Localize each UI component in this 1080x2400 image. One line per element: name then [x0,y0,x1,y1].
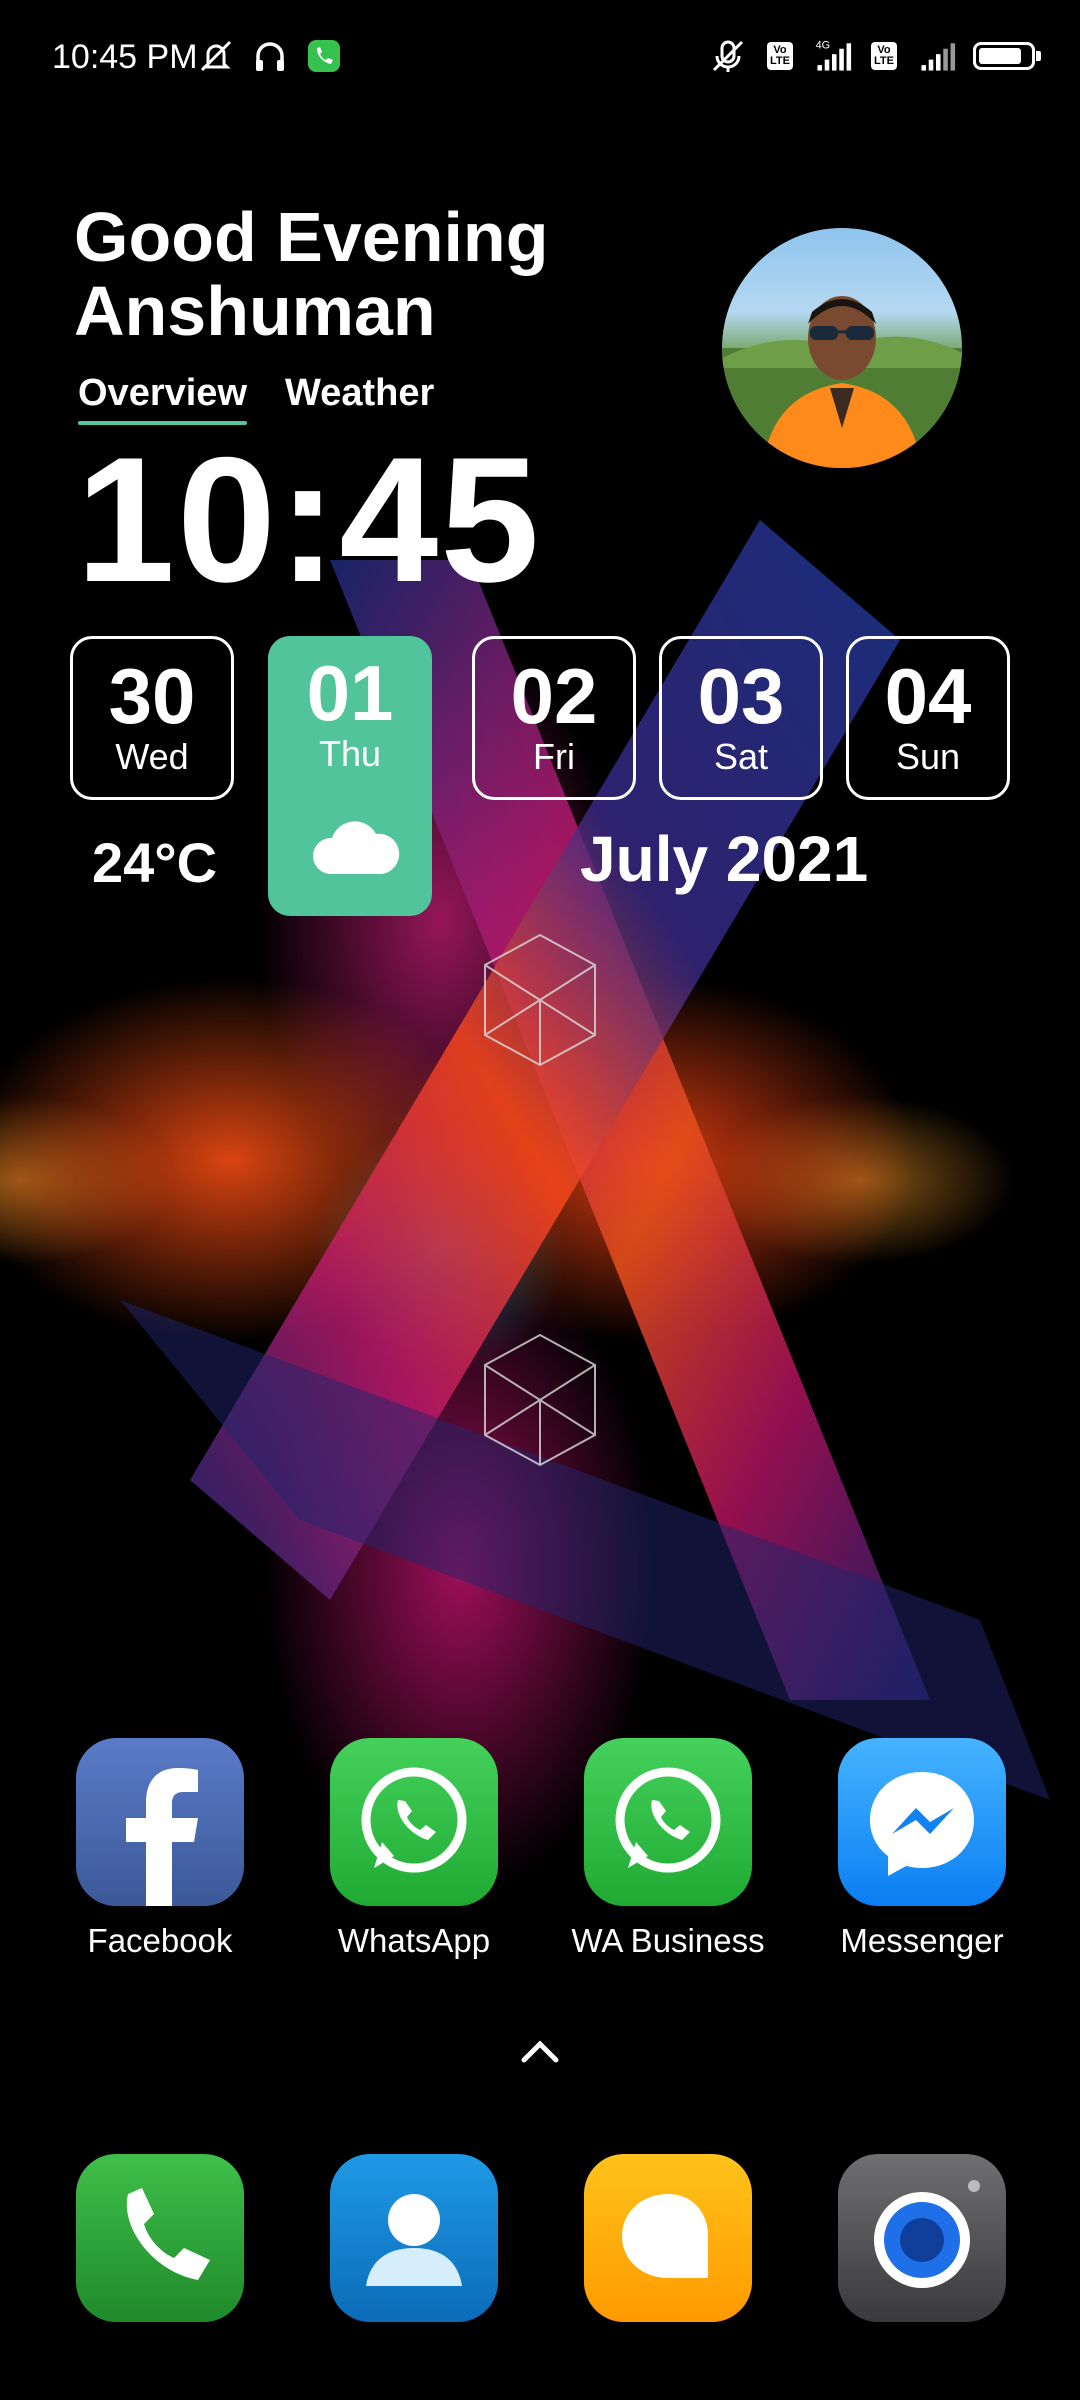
camera-icon [838,2154,1006,2322]
headset-icon [250,36,290,76]
mic-off-icon [708,36,748,76]
day-tile-wed[interactable]: 30 Wed [70,636,234,800]
month-year[interactable]: July 2021 [580,822,868,896]
widget-tabs: Overview Weather [78,372,434,425]
app-label: WhatsApp [337,1922,491,1959]
day-name: Thu [318,733,382,774]
avatar[interactable] [722,228,962,468]
tab-weather[interactable]: Weather [285,372,434,415]
dock-phone[interactable] [50,2154,270,2322]
day-name: Sun [895,736,961,777]
day-name: Fri [533,736,575,777]
svg-text:4G: 4G [816,40,831,52]
day-number: 30 [108,652,196,740]
phone-icon [76,2154,244,2322]
day-number: 04 [884,652,972,740]
app-label: Messenger [840,1922,1004,1959]
volte-icon-1: Vo LTE [760,36,800,76]
app-label: Facebook [87,1922,233,1959]
facebook-icon [76,1738,244,1906]
day-number: 01 [306,649,394,737]
app-wa-business[interactable]: WA Business [558,1738,778,1960]
dock-contacts[interactable] [304,2154,524,2322]
app-messenger[interactable]: Messenger [812,1738,1032,1960]
messages-icon [584,2154,752,2322]
greeting-line1: Good Evening [74,198,549,276]
volte-icon-2: Vo LTE [864,36,904,76]
greeting: Good Evening Anshuman [74,200,548,348]
battery-icon [968,36,1041,76]
day-tile-sun[interactable]: 04 Sun [846,636,1010,800]
day-tile-fri[interactable]: 02 Fri [472,636,636,800]
dock-messages[interactable] [558,2154,778,2322]
cloud-icon [312,821,400,874]
messenger-icon [838,1738,1006,1906]
status-bar: 10:45 PM Vo LTE 4G Vo LTE [0,0,1080,120]
call-active-icon [304,36,344,76]
tab-overview[interactable]: Overview [78,372,247,425]
app-label: WA Business [571,1922,765,1959]
chevron-up-icon[interactable] [518,2036,562,2066]
status-time: 10:45 PM [52,38,198,76]
whatsapp-icon [330,1738,498,1906]
contacts-icon [330,2154,498,2322]
day-number: 03 [697,652,785,740]
day-tile-thu-today[interactable]: 01 Thu [268,636,432,916]
greeting-line2: Anshuman [74,272,436,350]
signal-icon [916,36,956,76]
app-facebook[interactable]: Facebook [50,1738,270,1960]
whatsapp-icon [584,1738,752,1906]
clock-display[interactable]: 10:45 [76,430,541,610]
dock-camera[interactable] [812,2154,1032,2322]
day-name: Sat [713,736,769,777]
day-tile-sat[interactable]: 03 Sat [659,636,823,800]
app-whatsapp[interactable]: WhatsApp [304,1738,524,1960]
day-number: 02 [510,652,598,740]
temperature[interactable]: 24°C [92,830,217,895]
mute-icon [196,36,236,76]
day-name: Wed [115,736,189,777]
signal-4g-icon: 4G [812,36,852,76]
